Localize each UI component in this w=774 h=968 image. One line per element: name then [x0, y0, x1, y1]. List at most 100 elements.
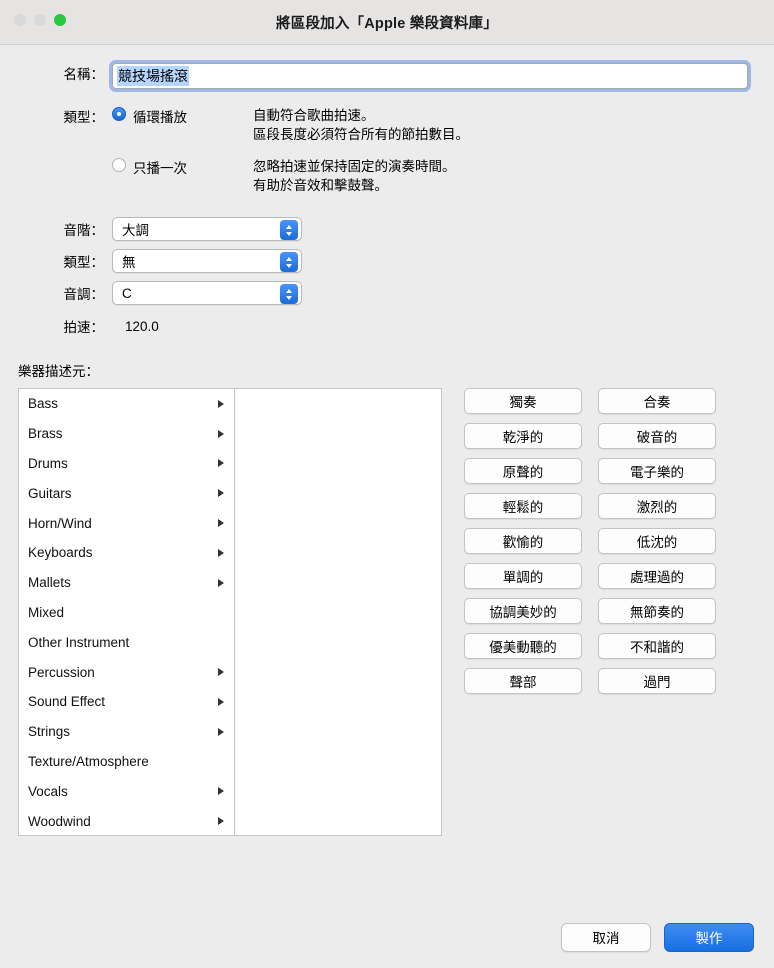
list-item-label: Percussion [28, 664, 95, 680]
list-item-label: Keyboards [28, 545, 93, 561]
genre-select[interactable]: 無 [112, 249, 302, 273]
playback-type-group: 循環播放 自動符合歌曲拍速。 區段長度必須符合所有的節拍數目。 只播一次 忽略拍… [112, 106, 469, 195]
chevron-right-icon [218, 459, 224, 468]
descriptor-tag-button[interactable]: 激烈的 [598, 493, 716, 519]
descriptor-tag-button[interactable]: 輕鬆的 [464, 493, 582, 519]
name-row: 名稱： 競技場搖滾 [18, 63, 756, 89]
list-item[interactable]: Brass [19, 419, 234, 449]
zoom-button[interactable] [54, 14, 66, 26]
tempo-label: 拍速： [63, 320, 105, 335]
chevron-right-icon [218, 489, 224, 498]
descriptor-tag-button[interactable]: 低沈的 [598, 528, 716, 554]
descriptor-tag-button[interactable]: 歡愉的 [464, 528, 582, 554]
radio-loop[interactable]: 循環播放 自動符合歌曲拍速。 區段長度必須符合所有的節拍數目。 [112, 106, 469, 144]
dialog-body: 名稱： 競技場搖滾 類型： 循環播放 自動符合歌曲拍速。 區段長度必須符合所有的… [0, 45, 774, 906]
musical-attributes: 音階： 大調 類型： 無 音調： C 拍速： 120.0 [18, 217, 756, 336]
descriptor-category-list[interactable]: Bass Brass Drums Guitars Horn/Wind Keyboards M… [19, 389, 235, 835]
list-item-label: Sound Effect [28, 694, 106, 710]
list-item-label: Mixed [28, 604, 65, 620]
descriptor-tag-button[interactable]: 獨奏 [464, 388, 582, 414]
descriptor-tag-button[interactable]: 不和諧的 [598, 633, 716, 659]
genre-row: 類型： 無 [18, 249, 756, 273]
descriptor-tag-button[interactable]: 乾淨的 [464, 423, 582, 449]
list-item[interactable]: Keyboards [19, 538, 234, 568]
list-item[interactable]: Mixed [19, 598, 234, 628]
list-item-label: Vocals [28, 783, 68, 799]
loop-desc-line-2: 區段長度必須符合所有的節拍數目。 [253, 127, 469, 142]
scale-value: 大調 [122, 223, 149, 238]
oneshot-desc-line-2: 有助於音效和擊鼓聲。 [253, 178, 388, 193]
radio-loop-description: 自動符合歌曲拍速。 區段長度必須符合所有的節拍數目。 [253, 106, 469, 144]
list-item-label: Strings [28, 724, 71, 740]
radio-one-shot-indicator [112, 158, 126, 172]
tempo-value: 120.0 [125, 318, 159, 334]
list-item-label: Texture/Atmosphere [28, 753, 149, 769]
descriptor-tag-button[interactable]: 單調的 [464, 563, 582, 589]
scale-row: 音階： 大調 [18, 217, 756, 241]
list-item[interactable]: Bass [19, 389, 234, 419]
key-row: 音調： C [18, 281, 756, 305]
list-item[interactable]: Guitars [19, 478, 234, 508]
descriptor-tag-button[interactable]: 無節奏的 [598, 598, 716, 624]
chevron-right-icon [218, 519, 224, 528]
list-item-label: Guitars [28, 485, 72, 501]
chevron-updown-icon [280, 284, 298, 304]
list-item-label: Drums [28, 455, 68, 471]
key-select[interactable]: C [112, 281, 302, 305]
chevron-right-icon [218, 817, 224, 826]
descriptor-tag-button[interactable]: 聲部 [464, 668, 582, 694]
key-label: 音調： [63, 287, 105, 302]
scale-label: 音階： [63, 223, 105, 238]
descriptor-browser: Bass Brass Drums Guitars Horn/Wind Keyboards M… [18, 388, 442, 836]
list-item[interactable]: Horn/Wind [19, 508, 234, 538]
descriptor-tag-grid: 獨奏 合奏 乾淨的 破音的 原聲的 電子樂的 輕鬆的 激烈的 歡愉的 低沈的 單調的 處理過的 協調美妙… [464, 388, 716, 694]
genre-label: 類型： [63, 255, 105, 270]
list-item[interactable]: Woodwind [19, 806, 234, 835]
name-input[interactable]: 競技場搖滾 [112, 63, 748, 89]
minimize-button[interactable] [34, 14, 46, 26]
name-label: 名稱： [63, 67, 105, 82]
list-item[interactable]: Percussion [19, 657, 234, 687]
descriptor-tag-button[interactable]: 處理過的 [598, 563, 716, 589]
cancel-button[interactable]: 取消 [561, 922, 651, 952]
chevron-right-icon [218, 548, 224, 557]
loop-desc-line-1: 自動符合歌曲拍速。 [253, 108, 375, 123]
genre-value: 無 [122, 255, 136, 270]
chevron-right-icon [218, 787, 224, 796]
dialog-footer: 取消 製作 [0, 906, 774, 968]
list-item[interactable]: Other Instrument [19, 627, 234, 657]
list-item[interactable]: Drums [19, 449, 234, 479]
list-item-label: Other Instrument [28, 634, 130, 650]
list-item[interactable]: Strings [19, 717, 234, 747]
scale-select[interactable]: 大調 [112, 217, 302, 241]
list-item[interactable]: Vocals [19, 776, 234, 806]
title-bar: 將區段加入「Apple 樂段資料庫」 [0, 0, 774, 45]
radio-one-shot[interactable]: 只播一次 忽略拍速並保持固定的演奏時間。 有助於音效和擊鼓聲。 [112, 157, 469, 195]
list-item-label: Bass [28, 396, 59, 412]
descriptor-tag-button[interactable]: 協調美妙的 [464, 598, 582, 624]
radio-one-shot-label: 只播一次 [133, 161, 187, 176]
add-region-dialog: 將區段加入「Apple 樂段資料庫」 名稱： 競技場搖滾 類型： 循環播放 自動… [0, 0, 774, 968]
descriptor-detail-list[interactable] [235, 389, 441, 835]
list-item[interactable]: Sound Effect [19, 687, 234, 717]
radio-loop-label: 循環播放 [133, 110, 187, 125]
descriptor-tag-button[interactable]: 原聲的 [464, 458, 582, 484]
chevron-updown-icon [280, 252, 298, 272]
descriptor-tag-button[interactable]: 合奏 [598, 388, 716, 414]
list-item[interactable]: Texture/Atmosphere [19, 747, 234, 777]
list-item[interactable]: Mallets [19, 568, 234, 598]
list-item-label: Mallets [28, 575, 71, 591]
list-item-label: Horn/Wind [28, 515, 92, 531]
list-item-label: Brass [28, 426, 63, 442]
descriptor-tag-button[interactable]: 優美動聽的 [464, 633, 582, 659]
radio-one-shot-description: 忽略拍速並保持固定的演奏時間。 有助於音效和擊鼓聲。 [253, 157, 456, 195]
descriptor-tag-button[interactable]: 過門 [598, 668, 716, 694]
chevron-right-icon [218, 668, 224, 677]
name-input-value: 競技場搖滾 [117, 66, 189, 86]
descriptor-tag-button[interactable]: 破音的 [598, 423, 716, 449]
chevron-right-icon [218, 697, 224, 706]
descriptor-tag-button[interactable]: 電子樂的 [598, 458, 716, 484]
close-button[interactable] [14, 14, 26, 26]
page-title: 將區段加入「Apple 樂段資料庫」 [276, 15, 498, 32]
create-button[interactable]: 製作 [664, 922, 754, 952]
